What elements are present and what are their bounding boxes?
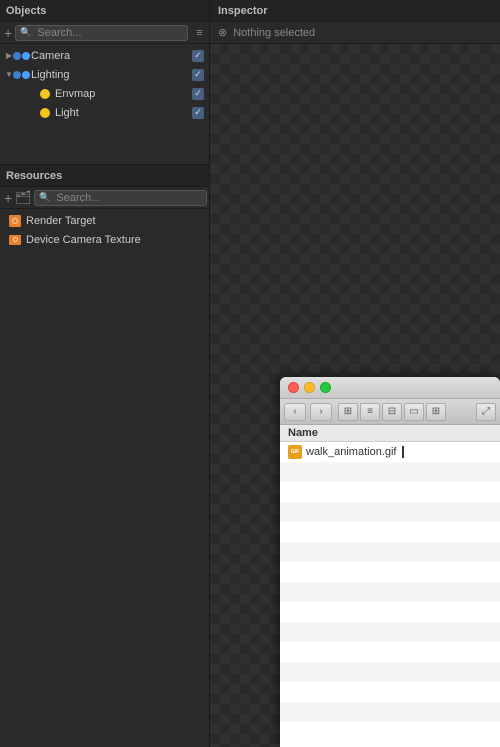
inspector-icon: ⊗ [218, 26, 227, 39]
fb-empty-row-6 [280, 562, 500, 582]
fb-empty-row-9 [280, 622, 500, 642]
cover-view-button[interactable]: ▭ [404, 403, 424, 421]
fb-empty-row-2 [280, 482, 500, 502]
light-visibility[interactable]: ✓ [191, 106, 205, 120]
camera-visibility[interactable]: ✓ [191, 49, 205, 63]
fb-empty-row-11 [280, 662, 500, 682]
inspector-header: Inspector [210, 0, 500, 22]
list-view-button[interactable]: ≡ [360, 403, 380, 421]
tree-item-light[interactable]: Light ✓ [0, 103, 209, 122]
envmap-visibility[interactable]: ✓ [191, 87, 205, 101]
resource-group-icon[interactable]: 🗂 [15, 190, 31, 206]
objects-search-wrapper: 🔍 [15, 25, 188, 41]
device-camera-label: Device Camera Texture [26, 234, 209, 246]
icon-view-button[interactable]: ⊞ [338, 403, 358, 421]
add-object-button[interactable]: + [4, 25, 12, 41]
fb-empty-row-1 [280, 462, 500, 482]
camera-label: Camera [31, 50, 191, 62]
file-browser-toolbar: ‹ › ⊞ ≡ ⊟ ▭ ⊞ ⤢ [280, 399, 500, 425]
fb-empty-row-4 [280, 522, 500, 542]
envmap-label: Envmap [55, 88, 191, 100]
resources-search-wrapper: 🔍 [34, 190, 207, 206]
text-cursor [402, 446, 404, 458]
resources-list: Render Target Device Camera Texture [0, 209, 209, 251]
fb-empty-row-8 [280, 602, 500, 622]
fb-empty-row-13 [280, 702, 500, 722]
device-camera-icon [8, 233, 22, 247]
objects-list: ▶ Camera ✓ ▼ [0, 44, 209, 164]
file-name-walk-animation: walk_animation.gif [306, 446, 397, 458]
resources-title: Resources [6, 170, 203, 182]
lighting-label: Lighting [31, 69, 191, 81]
light-icon [38, 106, 52, 120]
lighting-visibility[interactable]: ✓ [191, 68, 205, 82]
share-button[interactable]: ⤢ [476, 403, 496, 421]
file-browser-name-header: Name [280, 425, 500, 442]
render-target-label: Render Target [26, 215, 209, 227]
objects-toolbar: + 🔍 ≡ ◉ ▼ [0, 22, 209, 44]
expand-arrow-envmap [28, 89, 38, 99]
inspector-title: Inspector [218, 5, 268, 17]
objects-section: Objects + 🔍 ≡ ◉ ▼ ▶ [0, 0, 209, 165]
maximize-window-button[interactable] [320, 382, 331, 393]
fb-empty-row-5 [280, 542, 500, 562]
inspector-status-row: ⊗ Nothing selected [210, 22, 500, 44]
render-target-icon [8, 214, 22, 228]
resources-search-input[interactable] [52, 191, 202, 205]
light-label: Light [55, 107, 191, 119]
list-view-icon[interactable]: ≡ [191, 25, 207, 41]
fb-empty-row-14 [280, 722, 500, 742]
nothing-selected-text: Nothing selected [233, 27, 315, 39]
add-resource-button[interactable]: + [4, 190, 12, 206]
file-row-walk-animation[interactable]: GIF walk_animation.gif [280, 442, 500, 462]
right-panel: Inspector ⊗ Nothing selected ‹ › ⊞ ≡ ⊟ [210, 0, 500, 747]
resource-item-device-camera[interactable]: Device Camera Texture [0, 230, 209, 249]
objects-title: Objects [6, 5, 203, 17]
right-content-area: ‹ › ⊞ ≡ ⊟ ▭ ⊞ ⤢ Name GIF [210, 44, 500, 747]
resource-search-icon: 🔍 [39, 192, 50, 203]
file-browser-view-buttons: ⊞ ≡ ⊟ ▭ ⊞ [338, 403, 446, 421]
fb-empty-row-12 [280, 682, 500, 702]
envmap-icon [38, 87, 52, 101]
resources-toolbar: + 🗂 🔍 ▼ [0, 187, 209, 209]
tree-item-lighting[interactable]: ▼ Lighting ✓ [0, 65, 209, 84]
lighting-icon [14, 68, 28, 82]
fb-empty-row-3 [280, 502, 500, 522]
file-browser-forward-button[interactable]: › [310, 403, 332, 421]
tree-item-camera[interactable]: ▶ Camera ✓ [0, 46, 209, 65]
minimize-window-button[interactable] [304, 382, 315, 393]
file-browser-window: ‹ › ⊞ ≡ ⊟ ▭ ⊞ ⤢ Name GIF [280, 377, 500, 747]
column-view-button[interactable]: ⊟ [382, 403, 402, 421]
file-browser-back-button[interactable]: ‹ [284, 403, 306, 421]
resource-item-render-target[interactable]: Render Target [0, 211, 209, 230]
resources-section-header: Resources [0, 165, 209, 187]
left-panel: Objects + 🔍 ≡ ◉ ▼ ▶ [0, 0, 210, 747]
resources-section: Resources + 🗂 🔍 ▼ Render Target [0, 165, 209, 747]
tree-item-envmap[interactable]: Envmap ✓ [0, 84, 209, 103]
close-window-button[interactable] [288, 382, 299, 393]
file-browser-content[interactable]: GIF walk_animation.gif [280, 442, 500, 747]
gif-icon: GIF [288, 445, 302, 459]
camera-icon [14, 49, 28, 63]
search-icon: 🔍 [20, 27, 31, 38]
objects-section-header: Objects [0, 0, 209, 22]
expand-arrow-light [28, 108, 38, 118]
fb-empty-row-7 [280, 582, 500, 602]
file-browser-titlebar [280, 377, 500, 399]
gallery-view-button[interactable]: ⊞ [426, 403, 446, 421]
objects-search-input[interactable] [33, 26, 183, 40]
fb-empty-row-10 [280, 642, 500, 662]
